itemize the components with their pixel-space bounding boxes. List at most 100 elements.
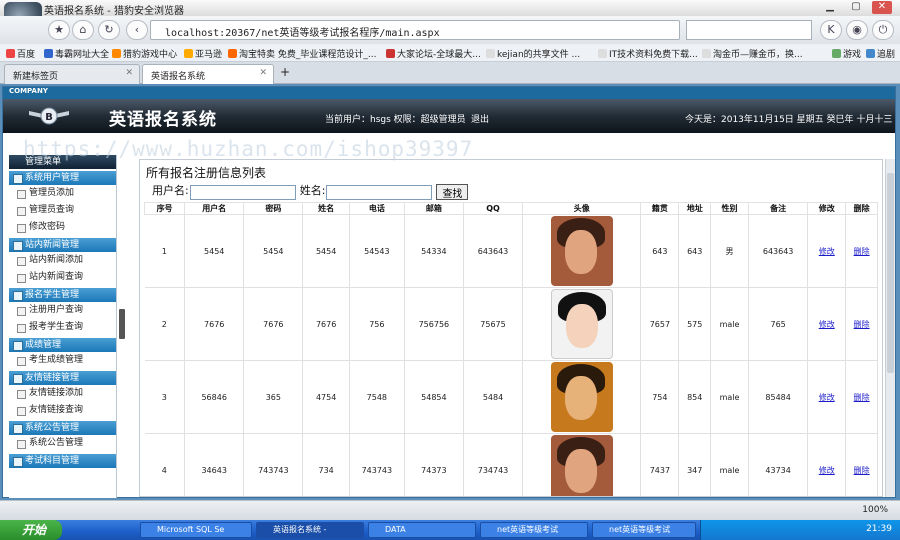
cell-qq: 5484 <box>463 360 524 434</box>
bookmark-item[interactable]: 淘金币—赚金币，换... <box>702 47 803 60</box>
bookmark-item[interactable]: 猎豹游戏中心 <box>112 47 177 60</box>
taskbar-item[interactable]: 英语报名系统 - <box>256 522 364 538</box>
edit-link[interactable]: 修改 <box>819 247 835 256</box>
bookmark-item[interactable]: kejian的共享文件 ... <box>486 47 580 60</box>
menu-icon[interactable]: ⏻ <box>872 20 894 40</box>
cell-phone: 7548 <box>349 360 405 434</box>
close-tab-icon[interactable]: ✕ <box>259 68 267 78</box>
bookmark-item[interactable]: 百度 <box>6 47 35 60</box>
taskbar-item[interactable]: Microsoft SQL Se <box>140 522 252 538</box>
edit-link[interactable]: 修改 <box>819 393 835 402</box>
cell-password: 7676 <box>243 287 304 361</box>
address-bar[interactable]: localhost:20367/net英语等级考试报名程序/main.aspx <box>150 20 680 40</box>
window-titlebar: 英语报名系统 - 猎豹安全浏览器 ▁ ▢ ✕ <box>0 0 900 17</box>
cell-gender: male <box>710 433 750 496</box>
sidebar-item[interactable]: 站内新闻添加 <box>9 252 116 269</box>
sidebar-section[interactable]: 报名学生管理 <box>9 288 116 302</box>
sidebar-item[interactable]: 站内新闻查询 <box>9 269 116 286</box>
table-header-row: 序号 用户名 密码 姓名 电话 邮箱 QQ 头像 籍贯 地址 性别 备注 修改 … <box>143 202 878 215</box>
window-title: 英语报名系统 - 猎豹安全浏览器 <box>44 6 184 17</box>
delete-link[interactable]: 删除 <box>854 466 870 475</box>
close-tab-icon[interactable]: ✕ <box>125 68 133 78</box>
sidebar-section[interactable]: 友情链接管理 <box>9 371 116 385</box>
sidebar-section[interactable]: 站内新闻管理 <box>9 238 116 252</box>
column-header: 姓名 <box>302 202 350 215</box>
cell-address: 347 <box>678 433 712 496</box>
home-icon[interactable]: ⌂ <box>72 20 94 40</box>
sidebar-section[interactable]: 考试科目管理 <box>9 454 116 468</box>
vertical-scrollbar[interactable] <box>885 159 895 497</box>
app-frame: COMPANY B 英语报名系统 当前用户：hsgs 权限：超级管理员 退出 今… <box>2 86 896 498</box>
sidebar-item[interactable]: 考生成绩管理 <box>9 352 116 369</box>
column-header: 邮箱 <box>403 202 464 215</box>
start-button[interactable]: 开始 <box>0 520 62 540</box>
taskbar-item[interactable]: net英语等级考试 <box>480 522 588 538</box>
cell-qq: 643643 <box>463 214 524 288</box>
bookmark-item[interactable]: IT技术资料免费下载... <box>598 47 698 60</box>
cell-username: 56846 <box>184 360 245 434</box>
star-icon[interactable]: ★ <box>48 20 70 40</box>
bookmark-item[interactable]: 追剧 <box>866 47 895 60</box>
edit-link[interactable]: 修改 <box>819 466 835 475</box>
cell-edit: 修改 <box>807 360 847 434</box>
maximize-icon[interactable]: ▢ <box>846 1 866 14</box>
search-button[interactable]: 查找 <box>436 184 469 200</box>
svg-text:B: B <box>45 112 53 123</box>
search-input[interactable] <box>686 20 812 40</box>
cell-hometown: 7657 <box>640 287 680 361</box>
name-input[interactable] <box>326 185 433 200</box>
sidebar-section[interactable]: 成绩管理 <box>9 338 116 352</box>
delete-link[interactable]: 删除 <box>854 247 870 256</box>
username-input[interactable] <box>189 185 296 200</box>
bookmark-item[interactable]: 亚马逊 <box>184 47 222 60</box>
brand-bar: COMPANY <box>3 87 895 99</box>
cell-index: 1 <box>144 214 186 288</box>
cell-delete: 删除 <box>845 287 878 361</box>
logout-link[interactable]: 退出 <box>471 112 489 125</box>
name-label: 姓名: <box>299 184 326 197</box>
refresh-icon[interactable]: ↻ <box>98 20 120 40</box>
delete-link[interactable]: 删除 <box>854 320 870 329</box>
bookmark-item[interactable]: 大家论坛-全球最大... <box>386 47 481 60</box>
cell-avatar <box>522 360 642 434</box>
cell-email: 54334 <box>404 214 464 288</box>
cell-password: 365 <box>243 360 304 434</box>
bookmark-item[interactable]: 淘宝特卖 免费_毕业课程范设计_... <box>228 47 376 60</box>
avatar-photo <box>550 216 613 286</box>
sidebar-item[interactable]: 友情链接查询 <box>9 402 116 419</box>
minimize-icon[interactable]: ▁ <box>820 1 840 14</box>
sidebar-toggle-handle[interactable] <box>119 309 125 339</box>
cell-gender: 男 <box>710 214 750 288</box>
sidebar-section[interactable]: 系统用户管理 <box>9 171 116 185</box>
column-header: 地址 <box>678 202 712 215</box>
sidebar-section[interactable]: 系统公告管理 <box>9 421 116 435</box>
sidebar-item[interactable]: 管理员添加 <box>9 185 116 202</box>
tab-new[interactable]: 新建标签页 ✕ <box>4 64 140 84</box>
sidebar-item[interactable]: 系统公告管理 <box>9 435 116 452</box>
column-header: 电话 <box>348 202 405 215</box>
taskbar-item[interactable]: DATA <box>368 522 476 538</box>
edit-link[interactable]: 修改 <box>819 320 835 329</box>
extension-icon[interactable]: K <box>820 20 842 40</box>
cell-phone: 743743 <box>349 433 405 496</box>
scrollbar-thumb[interactable] <box>887 173 894 373</box>
shield-icon[interactable]: ◉ <box>846 20 868 40</box>
sidebar-item[interactable]: 修改密码 <box>9 219 116 236</box>
zoom-level[interactable]: 100% <box>862 505 888 515</box>
back-icon[interactable]: ‹ <box>126 20 148 40</box>
new-tab-icon[interactable]: + <box>280 65 290 79</box>
sidebar-item[interactable]: 友情链接添加 <box>9 385 116 402</box>
tab-active[interactable]: 英语报名系统 ✕ <box>142 64 274 84</box>
sidebar-title: 管理菜单 <box>9 155 116 169</box>
close-icon[interactable]: ✕ <box>872 1 892 14</box>
sidebar-item[interactable]: 报考学生查询 <box>9 319 116 336</box>
bookmark-item[interactable]: 游戏 <box>832 47 861 60</box>
cell-avatar <box>522 214 642 288</box>
sidebar-item[interactable]: 注册用户查询 <box>9 302 116 319</box>
delete-link[interactable]: 删除 <box>854 393 870 402</box>
cell-remark: 643643 <box>748 214 809 288</box>
bookmark-item[interactable]: 毒霸网址大全 <box>44 47 109 60</box>
sidebar-item[interactable]: 管理员查询 <box>9 202 116 219</box>
column-header: 修改 <box>807 202 847 215</box>
taskbar-item[interactable]: net英语等级考试 <box>592 522 696 538</box>
